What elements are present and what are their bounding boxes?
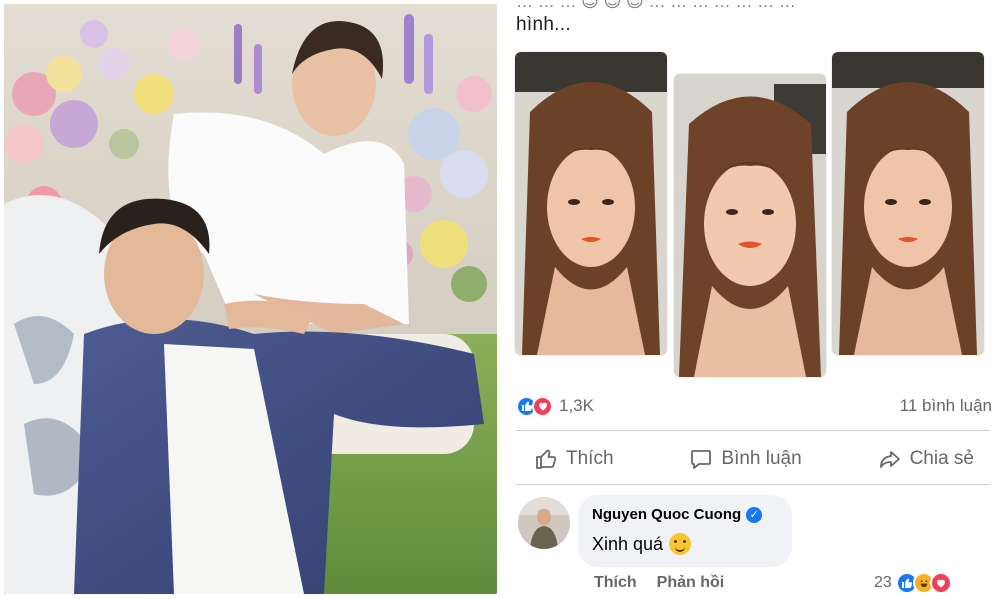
comment-reply-link[interactable]: Phản hồi (657, 574, 725, 592)
divider-bottom (516, 484, 990, 485)
comment-bubble: Nguyen Quoc Cuong ✓ Xinh quá (578, 495, 792, 567)
comment-count-link[interactable]: 11 bình luận (900, 396, 992, 416)
verified-badge-icon: ✓ (746, 506, 763, 523)
reactions-left[interactable]: 1,3K (516, 395, 594, 417)
thumbs-up-icon (536, 449, 557, 469)
comment-button[interactable]: Bình luận (671, 447, 819, 471)
comment-text: Xinh quá (592, 533, 664, 554)
reaction-count: 1,3K (559, 396, 594, 415)
selfie-illustration-1 (515, 52, 667, 355)
share-arrow-icon (879, 451, 900, 468)
couple-photo-illustration (4, 4, 497, 594)
comment-button-label: Bình luận (721, 448, 802, 469)
comment-reaction-icons (895, 572, 952, 594)
couple-photo (4, 4, 497, 594)
post-actions: Thích Bình luận Chia sẻ (516, 438, 992, 480)
share-button-label: Chia sẻ (909, 448, 974, 469)
selfie-illustration-2 (674, 74, 826, 377)
selfie-illustration-3 (832, 52, 984, 355)
yum-emoji-icon (669, 533, 692, 555)
avatar-illustration (518, 497, 570, 549)
avatar[interactable] (518, 497, 570, 549)
divider-top (516, 430, 990, 431)
like-button[interactable]: Thích (516, 447, 632, 471)
comment-reaction-count: 23 (874, 574, 892, 591)
reaction-icons (516, 395, 553, 417)
reactions-summary: 1,3K 11 bình luận (516, 392, 992, 420)
comment-author-name[interactable]: Nguyen Quoc Cuong (592, 506, 741, 523)
comment-like-link[interactable]: Thích (594, 574, 637, 592)
like-button-label: Thích (566, 448, 614, 469)
comment-text-row: Xinh quá (592, 533, 778, 555)
love-icon (532, 395, 553, 417)
comment-author-row: Nguyen Quoc Cuong ✓ (592, 506, 778, 523)
love-icon (929, 572, 952, 594)
comment-actions: Thích Phản hồi (594, 574, 724, 592)
comment-reactions[interactable]: 23 (874, 572, 952, 594)
share-button[interactable]: Chia sẻ (860, 447, 992, 471)
selfie-photo-1[interactable] (515, 52, 667, 355)
selfie-photo-2[interactable] (674, 74, 826, 377)
facebook-post: … … … 😊 😊 😊 … … … … … … … hình... 1,3K 1… (510, 0, 999, 599)
comment-icon (691, 450, 712, 469)
post-text-cut-line: … … … 😊 😊 😊 … … … … … … … (516, 0, 796, 10)
selfie-photo-3[interactable] (832, 52, 984, 355)
post-text: hình... (516, 14, 571, 35)
